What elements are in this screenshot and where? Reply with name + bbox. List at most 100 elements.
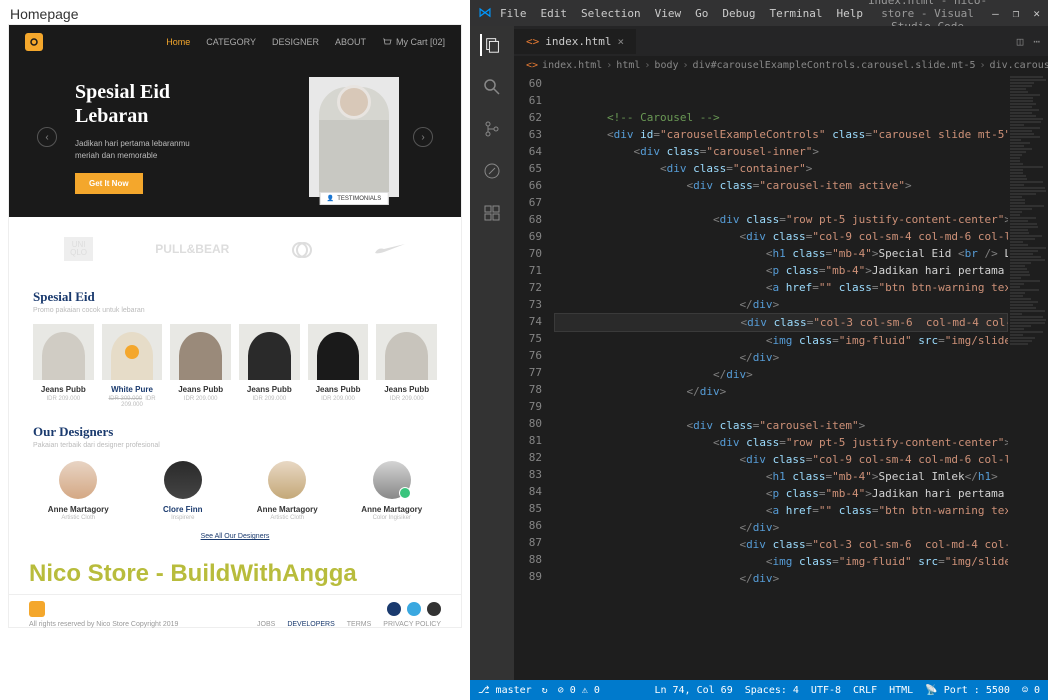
- designer-avatar: [268, 461, 306, 499]
- menu-bar[interactable]: File Edit Selection View Go Debug Terminal Help: [500, 7, 863, 20]
- menu-selection[interactable]: Selection: [581, 7, 641, 20]
- code-editor[interactable]: 6061626364656667686970717273747576777879…: [514, 75, 1048, 680]
- product-price: IDR 209.000: [376, 396, 437, 402]
- project-title: Nico Store - BuildWithAngga: [9, 548, 461, 594]
- html-file-icon: <>: [526, 35, 539, 48]
- footer-privacy[interactable]: PRIVACY POLICY: [383, 621, 441, 628]
- brand-pullbear: PULL&BEAR: [155, 242, 229, 256]
- menu-view[interactable]: View: [655, 7, 682, 20]
- designer-card[interactable]: Clore Finn Inspirere: [138, 461, 229, 521]
- designer-card[interactable]: Anne Martagory Artistic Cloth: [242, 461, 333, 521]
- product-name: Jeans Pubb: [170, 385, 231, 394]
- product-price: IDR 309.000IDR 209.000: [102, 396, 163, 408]
- explorer-icon[interactable]: [480, 34, 502, 56]
- brand-nike: [374, 243, 406, 255]
- designer-card[interactable]: Anne Martagory Color Ingisiker: [347, 461, 438, 521]
- designer-card[interactable]: Anne Martagory Artistic Cloth: [33, 461, 124, 521]
- menu-file[interactable]: File: [500, 7, 527, 20]
- vscode-icon: ⋈: [478, 5, 492, 21]
- hero-cta-button[interactable]: Get It Now: [75, 173, 143, 194]
- indentation[interactable]: Spaces: 4: [745, 685, 799, 696]
- section-subtitle: Promo pakaian cocok untuk lebaran: [33, 307, 437, 314]
- designer-avatar: [164, 461, 202, 499]
- product-card[interactable]: White Pure IDR 309.000IDR 209.000: [102, 324, 163, 408]
- footer: All rights reserved by Nico Store Copyri…: [9, 594, 461, 627]
- product-card[interactable]: Jeans Pubb IDR 209.000: [239, 324, 300, 408]
- facebook-icon[interactable]: [387, 602, 401, 616]
- section-title: Spesial Eid: [33, 289, 437, 305]
- titlebar: ⋈ File Edit Selection View Go Debug Terminal He…: [470, 0, 1048, 26]
- code-content[interactable]: <!-- Carousel --> <div id="carouselExamp…: [554, 75, 1008, 680]
- product-price: IDR 209.000: [308, 396, 369, 402]
- menu-edit[interactable]: Edit: [541, 7, 568, 20]
- nav-designer[interactable]: DESIGNER: [272, 37, 319, 47]
- footer-logo: [29, 601, 45, 617]
- cursor-position[interactable]: Ln 74, Col 69: [654, 685, 732, 696]
- testimonials-badge[interactable]: 👤TESTIMONIALS: [320, 192, 389, 205]
- footer-developers[interactable]: DEVELOPERS: [287, 621, 334, 628]
- see-all-designers-link[interactable]: See All Our Designers: [33, 533, 437, 540]
- brand-uniqlo: UNI QLO: [64, 237, 93, 261]
- encoding[interactable]: UTF-8: [811, 685, 841, 696]
- editor-tabs: <> index.html × ◫ ⋯: [514, 26, 1048, 56]
- source-control-icon[interactable]: [481, 118, 503, 140]
- carousel-prev-button[interactable]: ‹: [37, 127, 57, 147]
- close-tab-icon[interactable]: ×: [617, 35, 624, 48]
- split-editor-icon[interactable]: ◫: [1017, 35, 1024, 48]
- product-name: Jeans Pubb: [308, 385, 369, 394]
- menu-debug[interactable]: Debug: [722, 7, 755, 20]
- live-server-port[interactable]: 📡 Port : 5500: [925, 685, 1010, 696]
- minimap[interactable]: [1008, 75, 1048, 680]
- instagram-icon[interactable]: [427, 602, 441, 616]
- maximize-button[interactable]: ❐: [1013, 7, 1020, 20]
- footer-jobs[interactable]: JOBS: [257, 621, 275, 628]
- close-button[interactable]: ✕: [1033, 7, 1040, 20]
- search-icon[interactable]: [481, 76, 503, 98]
- page-label: Homepage: [0, 0, 470, 24]
- product-price: IDR 209.000: [239, 396, 300, 402]
- site-logo[interactable]: [25, 33, 43, 51]
- carousel-next-button[interactable]: ›: [413, 127, 433, 147]
- eol[interactable]: CRLF: [853, 685, 877, 696]
- menu-help[interactable]: Help: [836, 7, 863, 20]
- brand-strip: UNI QLO PULL&BEAR: [9, 217, 461, 281]
- product-image: [170, 324, 231, 380]
- product-name: Jeans Pubb: [239, 385, 300, 394]
- designer-name: Anne Martagory: [33, 505, 124, 514]
- spesial-eid-section: Spesial Eid Promo pakaian cocok untuk le…: [9, 281, 461, 416]
- product-card[interactable]: Jeans Pubb IDR 209.000: [33, 324, 94, 408]
- hero-subtitle: Jadikan hari pertama lebaranmu meriah da…: [75, 138, 215, 160]
- product-card[interactable]: Jeans Pubb IDR 209.000: [376, 324, 437, 408]
- extensions-icon[interactable]: [481, 202, 503, 224]
- product-image: [239, 324, 300, 380]
- product-card[interactable]: Jeans Pubb IDR 209.000: [308, 324, 369, 408]
- language-mode[interactable]: HTML: [889, 685, 913, 696]
- menu-terminal[interactable]: Terminal: [769, 7, 822, 20]
- product-image: [376, 324, 437, 380]
- hero-title: Spesial EidLebaran: [75, 80, 291, 128]
- product-price: IDR 209.000: [33, 396, 94, 402]
- product-name: White Pure: [102, 385, 163, 394]
- nav-about[interactable]: ABOUT: [335, 37, 366, 47]
- menu-go[interactable]: Go: [695, 7, 708, 20]
- cart-button[interactable]: My Cart [02]: [382, 37, 445, 47]
- breadcrumbs[interactable]: <> index.html› html› body› div#carouselE…: [514, 56, 1048, 75]
- tab-index-html[interactable]: <> index.html ×: [514, 29, 637, 54]
- website-preview-panel: Homepage Home CATEGORY DESIGNER ABOUT My…: [0, 0, 470, 700]
- designer-avatar: [59, 461, 97, 499]
- debug-icon[interactable]: [481, 160, 503, 182]
- more-actions-icon[interactable]: ⋯: [1033, 35, 1040, 48]
- sync-icon[interactable]: ↻: [542, 685, 548, 696]
- minimize-button[interactable]: —: [992, 7, 999, 20]
- nav-category[interactable]: CATEGORY: [206, 37, 256, 47]
- nav-home[interactable]: Home: [166, 37, 190, 47]
- product-card[interactable]: Jeans Pubb IDR 209.000: [170, 324, 231, 408]
- footer-terms[interactable]: TERMS: [347, 621, 372, 628]
- git-branch[interactable]: ⎇ master: [478, 685, 532, 696]
- designer-role: Artistic Cloth: [33, 515, 124, 521]
- feedback[interactable]: ☺ 0: [1022, 685, 1040, 696]
- product-badge: [125, 345, 139, 359]
- designer-role: Inspirere: [138, 515, 229, 521]
- twitter-icon[interactable]: [407, 602, 421, 616]
- problems[interactable]: ⊘ 0 ⚠ 0: [558, 685, 600, 696]
